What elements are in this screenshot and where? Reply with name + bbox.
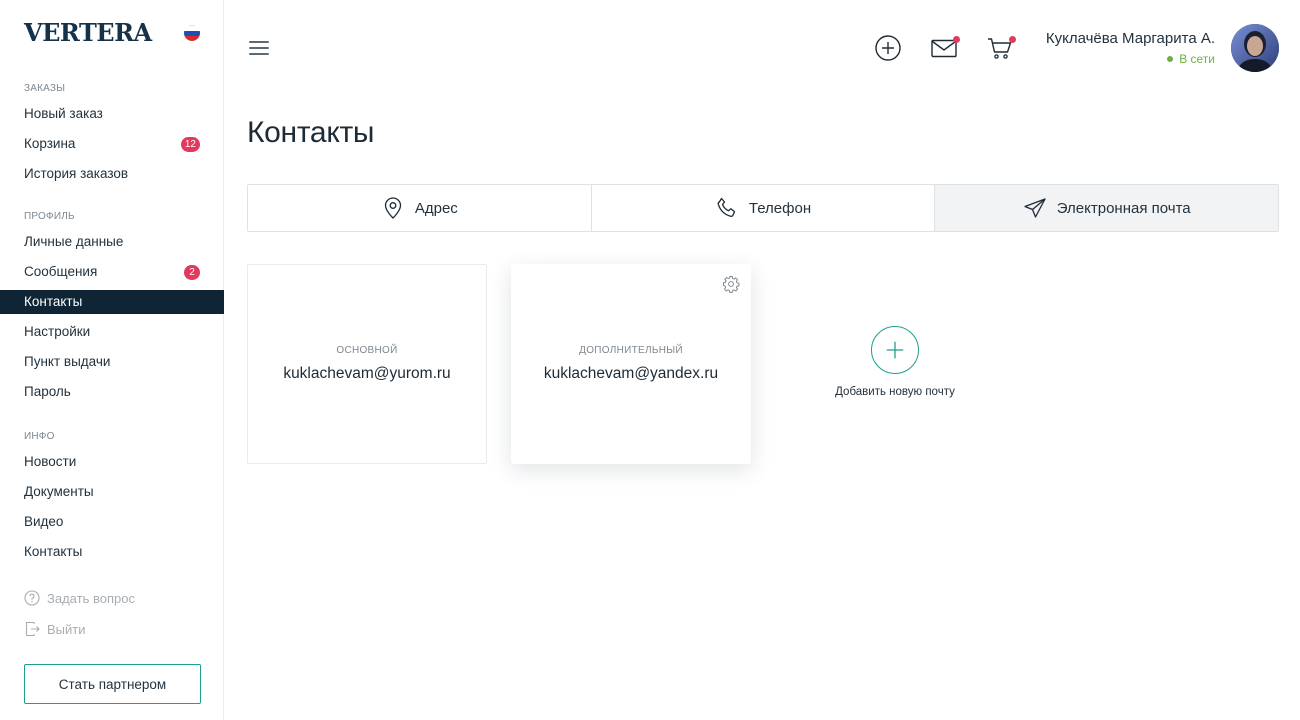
add-email-block: Добавить новую почту [820,326,970,398]
tab-email[interactable]: Электронная почта [935,185,1278,231]
contact-tabs: Адрес Телефон Электронная почта [247,184,1279,232]
sidebar: VERTERA Заказы Новый заказ Корзина 12 Ист… [0,0,224,720]
tab-label: Телефон [748,199,812,217]
phone-icon [717,197,736,217]
russian-flag-icon[interactable] [184,25,200,41]
sidebar-item-label: Пункт выдачи [24,354,111,369]
user-name[interactable]: Куклачёва Маргарита А. [1046,30,1215,47]
paper-plane-icon [1024,198,1046,218]
sidebar-item-label: Новый заказ [24,106,103,121]
sidebar-item-documents[interactable]: Документы [0,480,224,504]
sidebar-item-label: Контакты [24,544,83,559]
mail-icon[interactable] [930,34,960,62]
logout-label: Выйти [47,621,86,637]
sidebar-item-info-contacts[interactable]: Контакты [0,540,224,564]
vertera-logo[interactable]: VERTERA [24,18,152,47]
sidebar-item-news[interactable]: Новости [0,450,224,474]
section-title-orders: Заказы [24,83,66,94]
logout-link[interactable]: Выйти [24,619,86,639]
sidebar-item-label: Контакты [24,294,83,309]
plus-icon [886,341,904,359]
online-status-dot [1167,56,1174,62]
add-email-button[interactable] [871,326,919,374]
sidebar-item-new-order[interactable]: Новый заказ [0,102,224,126]
tab-label: Адрес [414,199,458,217]
sidebar-item-label: Настройки [24,324,91,339]
logo-row: VERTERA [24,20,200,46]
page-title: Контакты [247,116,375,149]
sidebar-item-video[interactable]: Видео [0,510,224,534]
sidebar-item-cart[interactable]: Корзина 12 [0,132,224,156]
tab-phone[interactable]: Телефон [592,185,936,231]
cart-notification-dot [1009,36,1016,43]
location-pin-icon [384,197,402,219]
sidebar-item-order-history[interactable]: История заказов [0,162,224,186]
section-title-info: Инфо [24,431,55,442]
ask-question-label: Задать вопрос [47,590,135,606]
sidebar-item-pickup-point[interactable]: Пункт выдачи [0,350,224,374]
email-address: kuklachevam@yurom.ru [283,365,451,382]
add-circle-icon[interactable] [874,34,902,62]
sidebar-item-label: Документы [24,484,94,499]
avatar[interactable] [1231,24,1279,72]
gear-icon[interactable] [722,275,740,293]
menu-burger-icon[interactable] [249,40,269,56]
add-email-label[interactable]: Добавить новую почту [835,386,955,398]
email-type-label: дополнительный [579,345,683,356]
cart-count-badge: 12 [180,137,200,152]
question-circle-icon [24,590,40,606]
become-partner-button[interactable]: Стать партнером [24,664,201,704]
messages-count-badge: 2 [184,265,200,280]
ask-question-link[interactable]: Задать вопрос [24,588,135,608]
section-title-profile: Профиль [24,211,75,222]
tab-address[interactable]: Адрес [248,185,592,231]
email-card-primary[interactable]: основной kuklachevam@yurom.ru [247,264,487,464]
sidebar-item-label: Сообщения [24,264,98,279]
email-type-label: основной [336,345,398,356]
logout-icon [25,621,40,637]
tab-label: Электронная почта [1056,199,1191,217]
sidebar-item-contacts[interactable]: Контакты [0,290,224,314]
sidebar-item-password[interactable]: Пароль [0,380,224,404]
user-status: В сети [1167,52,1215,66]
sidebar-item-label: Видео [24,514,64,529]
email-address: kuklachevam@yandex.ru [543,365,719,382]
sidebar-item-messages[interactable]: Сообщения 2 [0,260,224,284]
mail-notification-dot [953,36,960,43]
cart-icon[interactable] [986,34,1016,62]
sidebar-item-label: Личные данные [24,234,124,249]
email-card-additional[interactable]: дополнительный kuklachevam@yandex.ru [511,264,751,464]
sidebar-item-settings[interactable]: Настройки [0,320,224,344]
sidebar-item-label: Пароль [24,384,71,399]
sidebar-item-personal-data[interactable]: Личные данные [0,230,224,254]
sidebar-item-label: Корзина [24,136,76,151]
user-status-label: В сети [1179,52,1215,66]
sidebar-item-label: История заказов [24,166,129,181]
sidebar-item-label: Новости [24,454,77,469]
